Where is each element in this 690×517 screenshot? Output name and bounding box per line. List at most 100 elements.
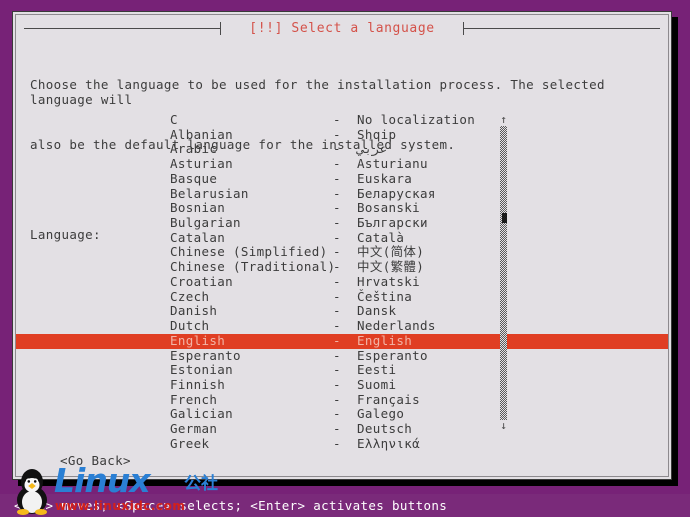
language-list-scrollbar[interactable]: ↑ ↓ [499, 114, 508, 431]
language-native-name: Galego [357, 406, 405, 422]
language-row[interactable]: Estonian - Eesti [16, 362, 668, 378]
language-row[interactable]: Catalan - Català [16, 229, 668, 246]
language-row[interactable]: Albanian - Shqip [16, 126, 668, 143]
dialog-inner-frame: [!!] Select a language Choose the langua… [15, 14, 669, 477]
language-name: Estonian [170, 362, 234, 378]
language-row[interactable]: Bosnian - Bosanski [16, 201, 668, 216]
language-separator: - [333, 391, 341, 407]
language-name: C [170, 112, 178, 127]
language-separator: - [333, 273, 341, 289]
language-row[interactable]: Basque - Euskara [16, 170, 668, 187]
language-separator: - [333, 347, 341, 363]
language-name: Chinese (Traditional) [170, 259, 336, 275]
language-row[interactable]: Chinese (Traditional) - 中文(繁體) [16, 259, 668, 275]
language-native-name: Català [357, 229, 405, 245]
language-separator: - [333, 421, 341, 437]
language-name: Dutch [170, 318, 210, 334]
language-name: Croatian [170, 273, 234, 289]
language-separator: - [333, 112, 341, 127]
language-row[interactable]: English - English [16, 332, 668, 349]
language-native-name: English [357, 332, 413, 348]
language-row[interactable]: German - Deutsch [16, 421, 668, 437]
language-name: Chinese (Simplified) [170, 244, 328, 260]
language-row[interactable]: Czech - Čeština [16, 288, 668, 305]
language-row[interactable]: C - No localization [16, 112, 668, 128]
language-native-name: No localization [357, 112, 476, 127]
scroll-down-arrow-icon[interactable]: ↓ [499, 420, 508, 431]
language-native-name: Suomi [357, 376, 397, 392]
language-native-name: Hrvatski [357, 273, 421, 289]
dialog-titlebar: [!!] Select a language [16, 20, 668, 38]
language-row[interactable]: Arabic - عربي [16, 142, 668, 157]
language-row[interactable]: Chinese (Simplified) - 中文(简体) [16, 245, 668, 260]
language-native-name: Беларуская [357, 185, 436, 201]
language-name: Galician [170, 406, 234, 422]
language-name: Danish [170, 303, 218, 319]
description-line-1: Choose the language to be used for the i… [30, 77, 613, 107]
language-name: Albanian [170, 126, 234, 142]
language-separator: - [333, 406, 341, 422]
scrollbar-thumb[interactable] [502, 213, 507, 223]
language-list[interactable]: C - No localization Albanian - Shqip Arabic - عر… [16, 112, 668, 451]
language-name: French [170, 391, 218, 407]
language-native-name: Čeština [357, 288, 413, 304]
language-row[interactable]: Belarusian - Беларуская [16, 185, 668, 202]
go-back-button[interactable]: <Go Back> [60, 453, 131, 468]
language-name: Catalan [170, 229, 226, 245]
language-separator: - [333, 362, 341, 378]
language-native-name: 中文(简体) [357, 244, 425, 260]
language-native-name: Shqip [357, 126, 397, 142]
language-row[interactable]: Danish - Dansk [16, 304, 668, 319]
language-row[interactable]: Croatian - Hrvatski [16, 273, 668, 290]
language-row[interactable]: Galician - Galego [16, 407, 668, 422]
language-separator: - [333, 126, 341, 142]
language-separator: - [333, 200, 341, 216]
language-row[interactable]: Greek - Ελληνικά [16, 435, 668, 452]
language-separator: - [333, 376, 341, 392]
language-native-name: Bosanski [357, 200, 421, 216]
language-separator: - [333, 318, 341, 334]
status-bar-hint: <Tab> moves; <Space> selects; <Enter> ac… [14, 498, 448, 513]
language-name: German [170, 421, 218, 437]
language-name: Basque [170, 170, 218, 186]
language-separator: - [333, 244, 341, 260]
select-language-dialog: [!!] Select a language Choose the langua… [12, 11, 672, 480]
dialog-title: [!!] Select a language [249, 21, 435, 36]
language-row[interactable]: Esperanto - Esperanto [16, 347, 668, 364]
language-separator: - [333, 156, 341, 172]
language-native-name: Euskara [357, 170, 413, 186]
language-native-name: عربي [357, 141, 388, 157]
language-name: Bosnian [170, 200, 226, 216]
language-separator: - [333, 229, 341, 245]
language-row[interactable]: Finnish - Suomi [16, 376, 668, 393]
installer-screen: [!!] Select a language Choose the langua… [0, 0, 690, 517]
language-name: Finnish [170, 376, 226, 392]
language-row[interactable]: Dutch - Nederlands [16, 318, 668, 334]
language-separator: - [333, 303, 341, 319]
language-separator: - [333, 435, 341, 451]
language-row[interactable]: Asturian - Asturianu [16, 156, 668, 172]
language-native-name: Asturianu [357, 156, 428, 172]
language-separator: - [333, 215, 341, 231]
language-separator: - [333, 288, 341, 304]
language-separator: - [333, 185, 341, 201]
language-native-name: Dansk [357, 303, 397, 319]
language-native-name: 中文(繁體) [357, 259, 425, 275]
language-row[interactable]: French - Français [16, 391, 668, 408]
scrollbar-track[interactable] [500, 126, 507, 420]
status-bar: <Tab> moves; <Space> selects; <Enter> ac… [0, 494, 690, 517]
language-name: Asturian [170, 156, 234, 172]
language-separator: - [333, 170, 341, 186]
language-separator: - [333, 259, 341, 275]
language-name: Belarusian [170, 185, 249, 201]
language-native-name: Français [357, 391, 421, 407]
language-name: Greek [170, 435, 210, 451]
language-native-name: Ελληνικά [357, 435, 421, 451]
language-native-name: Nederlands [357, 318, 436, 334]
language-name: English [170, 332, 226, 348]
scroll-up-arrow-icon[interactable]: ↑ [499, 114, 508, 125]
language-name: Czech [170, 288, 210, 304]
language-native-name: Български [357, 215, 428, 231]
language-row[interactable]: Bulgarian - Български [16, 215, 668, 231]
language-name: Bulgarian [170, 215, 241, 231]
